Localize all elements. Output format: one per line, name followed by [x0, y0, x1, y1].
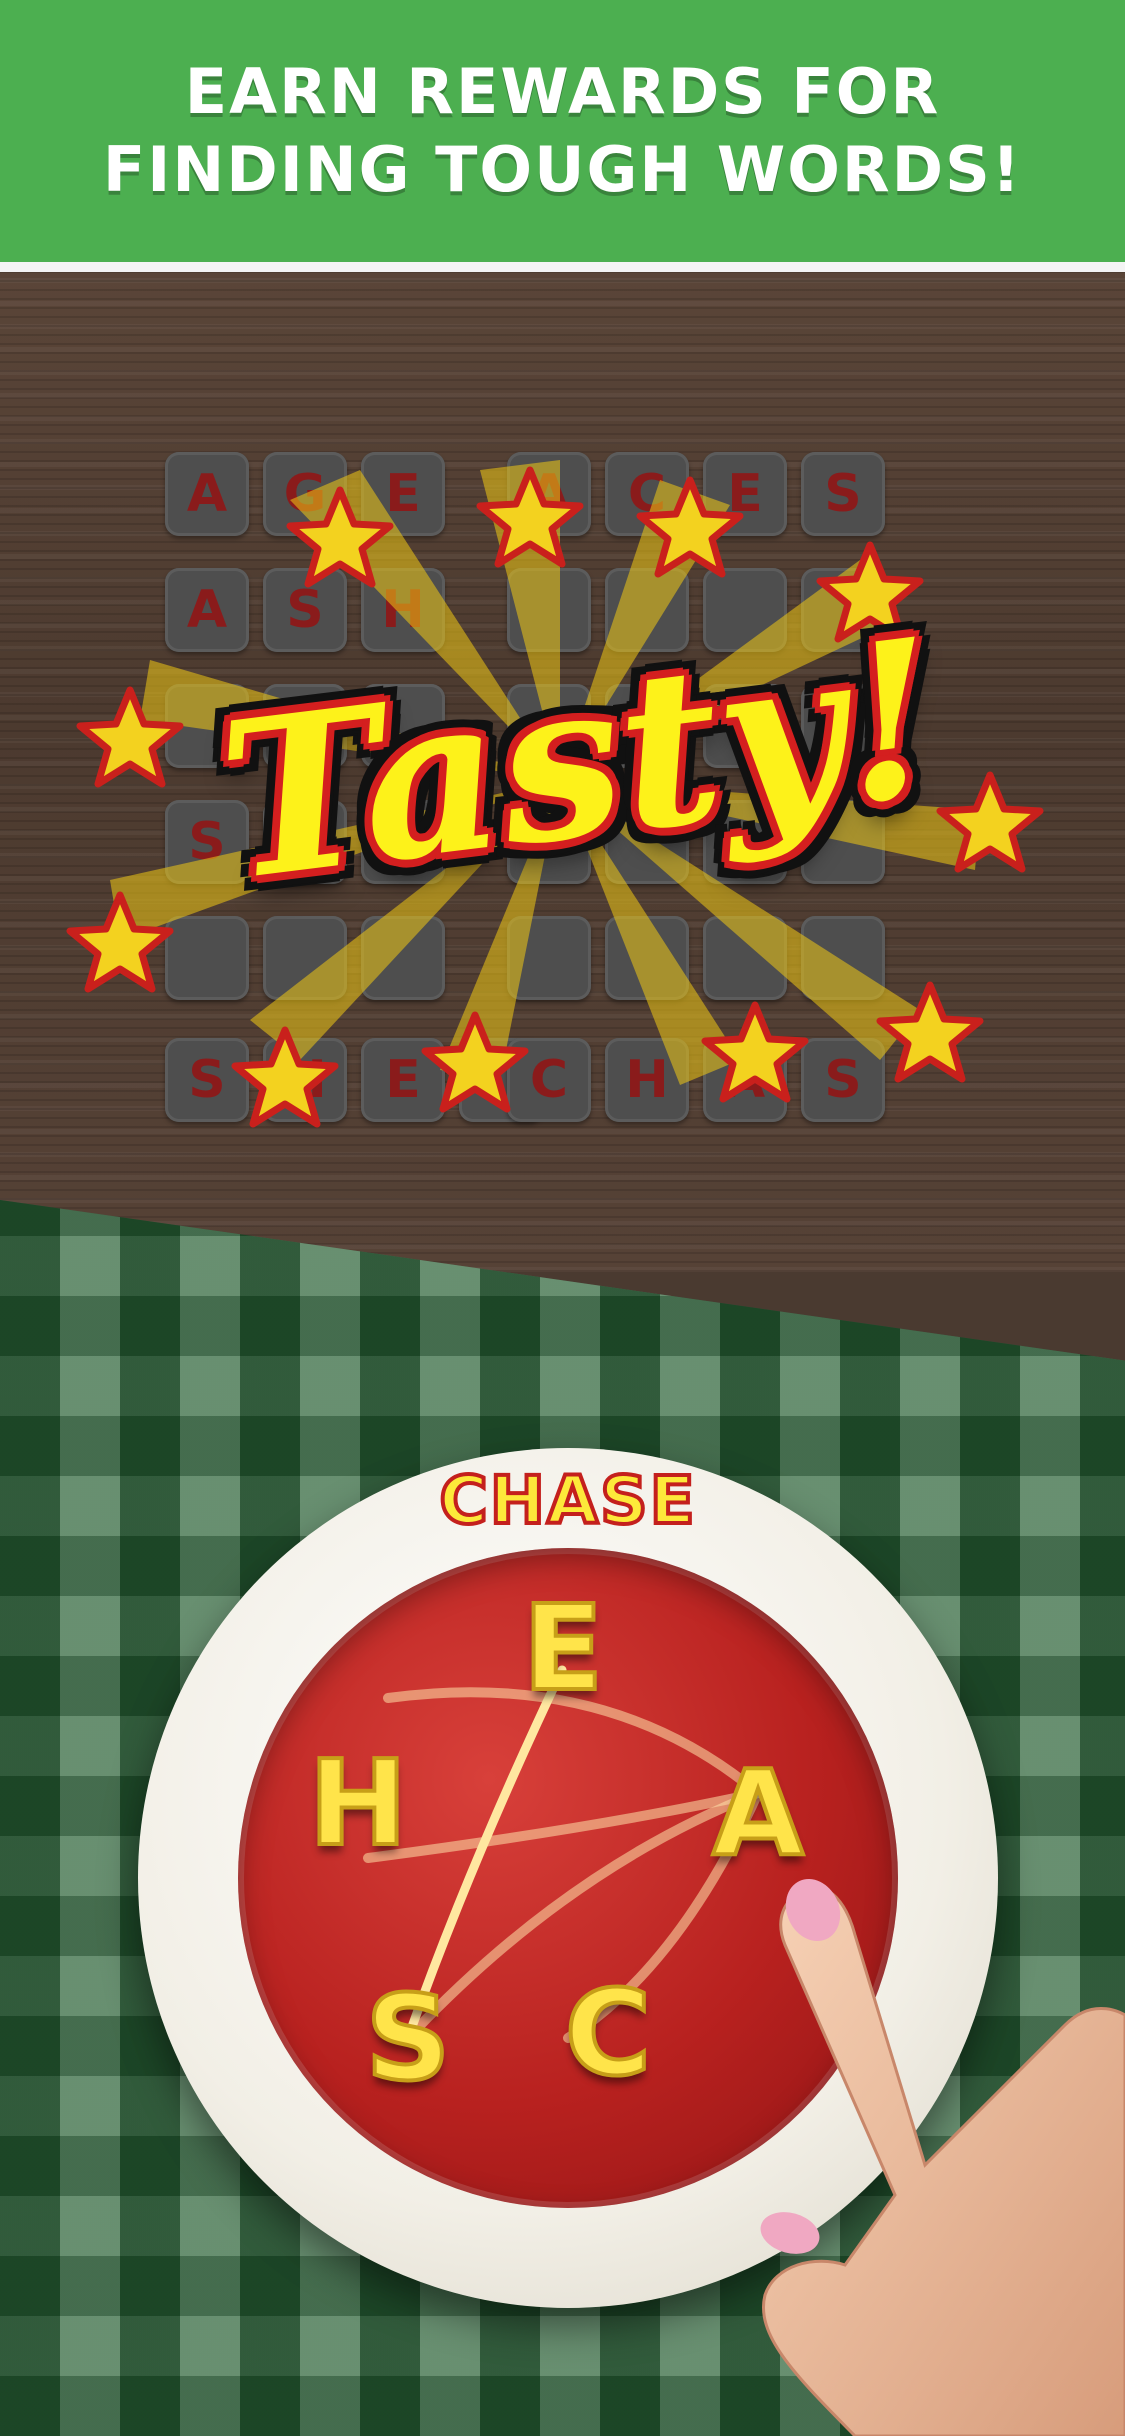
- grid-tile: C: [605, 452, 689, 536]
- tasty-text: Tasty!: [207, 590, 952, 929]
- grid-tile: C: [507, 1038, 591, 1122]
- grid-tile: H: [605, 1038, 689, 1122]
- banner-headline-line-2: FINDING TOUGH WORDS!: [102, 133, 1023, 206]
- wheel-letter[interactable]: S: [343, 1967, 473, 2109]
- wheel-letter[interactable]: A: [693, 1742, 823, 1884]
- hand-pointer-icon: [760, 1878, 1125, 2436]
- wheel-letter[interactable]: C: [543, 1962, 673, 2104]
- promo-banner: EARN REWARDS FOR FINDING TOUGH WORDS!: [0, 0, 1125, 272]
- grid-tile: A: [507, 452, 591, 536]
- wheel-letter[interactable]: E: [498, 1577, 628, 1719]
- grid-tile: A: [703, 1038, 787, 1122]
- grid-tile: G: [263, 452, 347, 536]
- grid-tile: S: [165, 1038, 249, 1122]
- grid-tile: S: [801, 452, 885, 536]
- grid-tile: E: [703, 452, 787, 536]
- grid-tile: E: [361, 452, 445, 536]
- grid-tile: E: [361, 1038, 445, 1122]
- banner-headline-line-1: EARN REWARDS FOR: [184, 55, 941, 128]
- tasty-celebration: Tasty!: [150, 590, 1010, 940]
- wheel-letter[interactable]: H: [293, 1732, 423, 1874]
- grid-tile: S: [801, 1038, 885, 1122]
- grid-tile: H: [263, 1038, 347, 1122]
- grid-tile: A: [165, 452, 249, 536]
